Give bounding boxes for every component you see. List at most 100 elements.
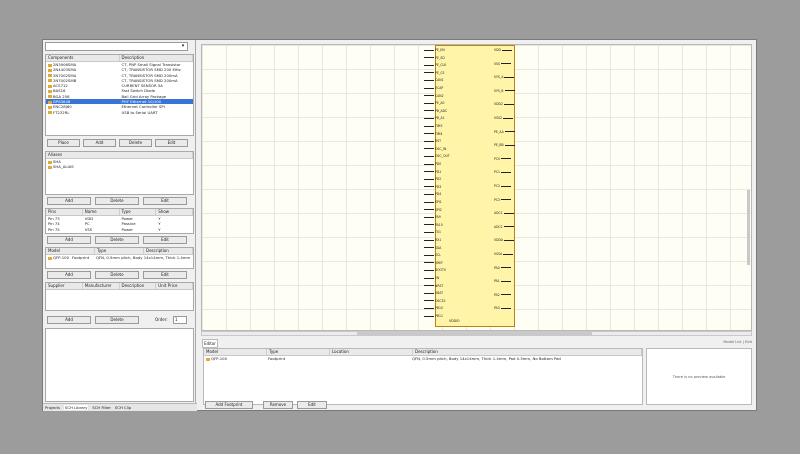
left-pin[interactable]: VBAT [424,292,443,295]
pin-delete-button[interactable]: Delete [95,236,139,244]
left-pin[interactable]: PB10 [424,307,443,310]
column-header[interactable]: Description [413,349,642,355]
left-pin[interactable]: TX1 [424,231,441,234]
left-pin[interactable]: VCAP [424,86,443,90]
column-header[interactable]: Location [330,349,413,355]
left-pin[interactable]: PA10 [424,223,443,227]
schematic-canvas[interactable]: PE_EN PE_SD PE_CLK PE_CS CAN1 VCAP CAN2 PE_A0 PB… [201,44,752,331]
component-delete-button[interactable]: Delete [119,139,152,147]
supplier-delete-button[interactable]: Delete [95,316,139,324]
left-pin[interactable]: OSC32 [424,299,446,303]
column-header[interactable]: Type [95,248,144,254]
scroll-thumb[interactable] [357,332,592,335]
right-pin[interactable]: PE_BB [494,144,515,147]
left-pin[interactable]: RST [424,140,441,143]
left-pin[interactable]: CAN1 [424,79,444,82]
right-pin[interactable]: SYS_A [494,76,515,79]
model-row[interactable]: QFP-100 Footprint QFN, 0.5mm pitch, Body 1… [46,255,193,260]
right-pin[interactable]: PC1 [494,171,511,174]
left-pin[interactable]: PE_CLK [424,64,446,67]
status-tab-sch-library[interactable]: SCH Library [63,405,89,410]
left-pin[interactable]: CAN2 [424,94,444,98]
alias-delete-button[interactable]: Delete [95,197,139,205]
right-pin[interactable]: PA3 [494,307,511,310]
component-edit-button[interactable]: Edit [155,139,188,147]
column-header[interactable]: Type [120,209,157,215]
left-pin[interactable]: TIM4 [424,132,442,136]
library-combo[interactable]: ▾ [45,42,188,51]
column-header[interactable]: Name [83,209,120,215]
horizontal-scrollbar[interactable] [201,331,752,336]
status-tab-sch-filter[interactable]: SCH Filter [92,405,111,410]
left-pin[interactable]: PE_SD [424,56,445,60]
right-pin[interactable]: PC3 [494,198,511,202]
right-pin[interactable]: PA2 [494,293,511,297]
left-pin[interactable]: PE_CS [424,71,445,75]
left-pin[interactable]: PB11 [424,314,443,318]
column-header[interactable]: Components [46,55,120,61]
right-pin[interactable]: ADC2 [494,225,514,229]
model-edit-button[interactable]: Edit [143,271,187,279]
alias-row[interactable]: SHA_ALIAS [46,164,193,169]
left-pin[interactable]: PD1 [424,170,441,174]
editor-remove-button[interactable]: Remove [263,401,293,409]
model-grid-row[interactable]: QFP-100 Footprint QFN, 0.5mm pitch, Body… [204,356,642,361]
right-pin[interactable]: VDDA [494,239,514,242]
alias-edit-button[interactable]: Edit [143,197,187,205]
component-add-button[interactable]: Add [83,139,116,147]
left-pin[interactable]: OSC_OUT [424,155,450,158]
column-header[interactable]: Description [144,248,193,254]
chevron-down-icon[interactable]: ▾ [180,44,186,49]
pin-add-button[interactable]: Add [47,236,91,244]
model-add-button[interactable]: Add [47,271,91,279]
right-pin[interactable]: VDD [494,48,512,52]
column-header[interactable]: Pins [46,209,83,215]
order-spinner[interactable]: 1 [173,316,187,324]
left-pin[interactable]: PD0 [424,162,441,166]
column-header[interactable]: Type [267,349,330,355]
column-header[interactable]: Show [156,209,193,215]
left-pin[interactable]: SCL [424,254,441,257]
left-pin[interactable]: OSC_IN [424,147,446,151]
left-pin[interactable]: EN [424,276,439,280]
tab-editor[interactable]: Editor [202,339,218,348]
left-pin[interactable]: SPI2 [424,208,442,212]
column-header[interactable]: Model [204,349,267,355]
right-pin[interactable]: ADC1 [494,212,514,215]
vertical-scrollbar[interactable] [747,190,750,265]
left-pin[interactable]: NRST [424,284,443,288]
left-pin[interactable]: PB_A1 [424,117,445,120]
left-pin[interactable]: RX1 [424,238,441,242]
left-pin[interactable]: SPI1 [424,200,442,204]
right-pin[interactable]: PA0 [494,266,511,270]
right-pin[interactable]: PC2 [494,184,511,188]
pin-edit-button[interactable]: Edit [143,236,187,244]
component-place-button[interactable]: Place [47,139,80,147]
left-pin[interactable]: PD4 [424,193,441,196]
model-list-links[interactable]: Model List | Edit [723,340,752,344]
right-pin[interactable]: VSS2 [494,116,514,120]
right-pin[interactable]: VDD2 [494,103,514,106]
left-pin[interactable]: PE_EN [424,48,445,52]
pin-row[interactable]: Pin 75 VSS Power Y [46,227,193,232]
column-header[interactable]: Model [46,248,95,254]
column-header[interactable]: Description [120,283,157,289]
column-header[interactable]: Supplier [46,283,83,289]
left-pin[interactable]: PD3 [424,185,441,189]
left-pin[interactable]: PE_A0 [424,102,444,105]
left-pin[interactable]: PB_ADC [424,109,447,113]
left-pin[interactable]: PA9 [424,216,441,219]
alias-add-button[interactable]: Add [47,197,91,205]
editor-edit-button[interactable]: Edit [297,401,327,409]
right-pin[interactable]: VSSA [494,252,514,256]
status-tab-projects[interactable]: Projects [45,405,60,410]
column-header[interactable]: Description [120,55,193,61]
column-header[interactable]: Manufacturer [83,283,120,289]
left-pin[interactable]: VREF [424,261,443,265]
left-pin[interactable]: PD2 [424,178,441,181]
left-pin[interactable]: TIM3 [424,124,442,128]
right-pin[interactable]: VSS [494,62,512,66]
editor-add-footprint-button[interactable]: Add Footprint [205,401,253,409]
column-header[interactable]: Unit Price [156,283,193,289]
status-tab-sch-clip[interactable]: SCH Clip [115,405,131,410]
